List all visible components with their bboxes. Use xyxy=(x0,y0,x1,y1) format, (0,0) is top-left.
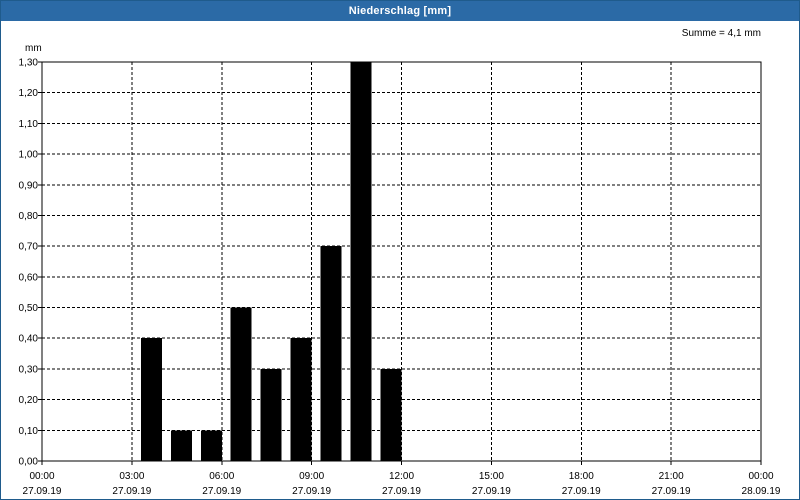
y-axis-unit-label: mm xyxy=(25,43,42,54)
y-tick-label: 1,20 xyxy=(19,88,39,99)
x-tick-time-label: 18:00 xyxy=(569,471,594,482)
y-tick-label: 0,90 xyxy=(19,180,39,191)
x-tick-date-label: 27.09.19 xyxy=(382,486,421,497)
window-title: Niederschlag [mm] xyxy=(1,1,799,21)
x-tick-date-label: 27.09.19 xyxy=(562,486,601,497)
y-tick-label: 1,10 xyxy=(19,119,39,130)
x-tick-date-label: 28.09.19 xyxy=(742,486,781,497)
x-tick-time-label: 06:00 xyxy=(209,471,234,482)
x-tick-date-label: 27.09.19 xyxy=(23,486,62,497)
precipitation-bar xyxy=(140,338,162,461)
y-tick-label: 0,00 xyxy=(19,457,39,468)
y-tick-label: 0,60 xyxy=(19,272,39,283)
x-tick-date-label: 27.09.19 xyxy=(472,486,511,497)
y-tick-label: 0,70 xyxy=(19,242,39,253)
x-tick-date-label: 27.09.19 xyxy=(112,486,151,497)
x-tick-time-label: 15:00 xyxy=(479,471,504,482)
y-tick-label: 0,40 xyxy=(19,334,39,345)
x-tick-time-label: 21:00 xyxy=(659,471,684,482)
precipitation-bar xyxy=(350,62,372,461)
y-tick-label: 0,50 xyxy=(19,303,39,314)
x-tick-time-label: 09:00 xyxy=(299,471,324,482)
x-tick-date-label: 27.09.19 xyxy=(292,486,331,497)
x-tick-time-label: 00:00 xyxy=(29,471,54,482)
y-tick-label: 0,20 xyxy=(19,395,39,406)
y-tick-label: 0,10 xyxy=(19,426,39,437)
precipitation-bar-chart: 0,00 0,10 0,20 0,30 0,40 0,50 0,60 0,70 0,80 0,90… xyxy=(19,28,781,497)
sum-annotation: Summe = 4,1 mm xyxy=(682,28,761,39)
y-tick-label: 1,00 xyxy=(19,150,39,161)
x-tick-time-label: 03:00 xyxy=(119,471,144,482)
precipitation-bar xyxy=(200,430,222,461)
precipitation-bar xyxy=(260,368,282,461)
precipitation-bar xyxy=(230,307,252,461)
x-tick-date-label: 27.09.19 xyxy=(202,486,241,497)
x-tick-time-label: 12:00 xyxy=(389,471,414,482)
y-tick-label: 0,30 xyxy=(19,364,39,375)
chart-window: Niederschlag [mm] 0,00 0,10 0,20 0,30 0,40 0,… xyxy=(0,0,800,500)
precipitation-bar xyxy=(380,368,402,461)
x-tick-time-label: 00:00 xyxy=(748,471,773,482)
y-tick-label: 0,80 xyxy=(19,211,39,222)
y-tick-label: 1,30 xyxy=(19,58,39,69)
precipitation-bar xyxy=(290,338,312,461)
precipitation-bar xyxy=(320,246,342,461)
x-tick-date-label: 27.09.19 xyxy=(652,486,691,497)
precipitation-bar xyxy=(170,430,192,461)
